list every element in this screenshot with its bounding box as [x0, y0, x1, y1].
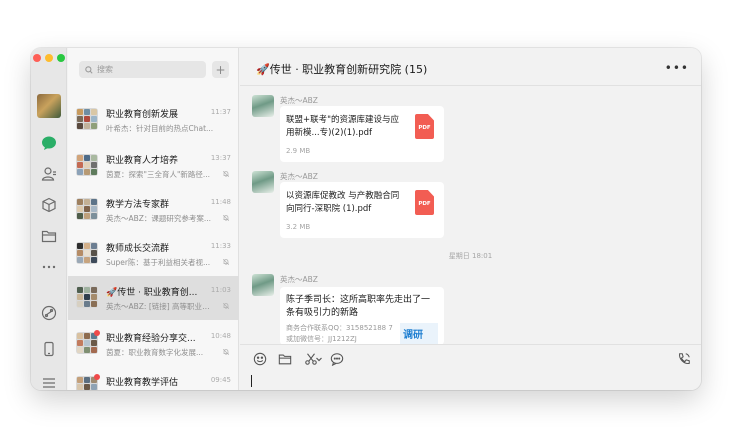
link-message[interactable]: 陈子季司长：这所高职率先走出了一条有吸引力的新路 商务合作联系QQ：315852…	[280, 287, 444, 344]
link-title: 陈子季司长：这所高职率先走出了一条有吸引力的新路	[286, 295, 431, 318]
message-input[interactable]	[240, 370, 701, 390]
chat-preview: 英杰～ABZ: [链接] 高等职业教育...	[106, 302, 216, 311]
pdf-file-icon: PDF	[415, 114, 434, 139]
my-avatar[interactable]	[37, 94, 61, 118]
mute-bell-icon	[222, 302, 230, 310]
chat-list-item[interactable]: 职业教育经验分享交... 10:48 茵夏：职业教育数字化发展...	[68, 322, 239, 366]
time-separator: 星期日 18:01	[448, 252, 493, 260]
send-file-icon[interactable]	[277, 351, 292, 366]
folder-icon[interactable]	[40, 227, 58, 245]
mute-bell-icon	[222, 214, 230, 222]
sender-name: 英杰～ABZ	[280, 275, 318, 284]
more-apps-icon[interactable]	[40, 258, 58, 276]
menu-icon[interactable]	[40, 374, 58, 390]
nav-icon-bar	[31, 48, 67, 390]
message-area[interactable]: 英杰～ABZ 联盟+联考"的资源库建设与应用新模...专)(2)(1).pdf …	[240, 87, 701, 344]
file-name: 联盟+联考"的资源库建设与应用新模...专)(2)(1).pdf	[286, 115, 400, 138]
chat-icon[interactable]	[40, 134, 58, 152]
group-avatar	[76, 286, 98, 308]
chat-list-item[interactable]: 职业教育人才培养 13:37 茵夏：探索"三全育人"新路径...	[68, 144, 239, 188]
file-size: 2.9 MB	[286, 147, 311, 155]
chat-list-item[interactable]: 教学方法专家群 11:48 英杰～ABZ：课题研究参考案...	[68, 188, 239, 232]
file-name: 以资源库促教改 与产教融合同向同行-深职院 (1).pdf	[286, 191, 400, 214]
search-icon	[85, 65, 93, 74]
mini-program-icon[interactable]	[40, 304, 58, 322]
mute-bell-icon	[222, 348, 230, 356]
chat-time: 11:48	[210, 198, 231, 206]
mute-bell-icon	[222, 170, 230, 178]
group-avatar	[76, 242, 98, 264]
unread-dot	[94, 330, 100, 336]
chat-list-item[interactable]: 职业教育创新发展 11:37 叶希杰：针对目前的热点Chat...	[68, 98, 239, 142]
chat-time: 11:37	[210, 108, 231, 116]
phone-icon[interactable]	[40, 340, 58, 358]
chat-preview: Super陈：基于利益相关者视...	[106, 258, 211, 267]
chat-time: 13:37	[210, 154, 231, 162]
chat-preview: 茵夏：职业教育数字化发展...	[106, 348, 204, 357]
window-controls	[33, 54, 65, 62]
file-message[interactable]: 以资源库促教改 与产教融合同向同行-深职院 (1).pdf 3.2 MB PDF	[280, 182, 444, 238]
add-chat-button[interactable]: +	[212, 61, 229, 78]
chat-time: 10:48	[210, 332, 231, 340]
chat-name: 职业教育经验分享交...	[106, 334, 196, 344]
link-thumbnail: 调研	[400, 323, 438, 344]
chat-time: 09:45	[210, 376, 231, 384]
chat-name: 职业教育人才培养	[106, 156, 179, 166]
chat-header: 🚀传世 · 职业教育创新研究院 (15) •••	[240, 48, 701, 86]
sender-avatar[interactable]	[252, 171, 274, 193]
minimize-window-button[interactable]	[45, 54, 53, 62]
chat-history-icon[interactable]	[329, 351, 344, 366]
chat-list-item[interactable]: 教师成长交流群 11:33 Super陈：基于利益相关者视...	[68, 232, 239, 276]
unread-dot	[94, 374, 100, 380]
sender-avatar[interactable]	[252, 274, 274, 296]
chat-title: 🚀传世 · 职业教育创新研究院 (15)	[256, 63, 428, 76]
link-description: 商务合作联系QQ：315852188 7 或加微信号：JJ1212ZJ	[286, 324, 393, 343]
chat-preview: 英杰～ABZ：课题研究参考案...	[106, 214, 212, 223]
pdf-file-icon: PDF	[415, 190, 434, 215]
chat-name: 教学方法专家群	[106, 200, 170, 210]
app-window: 搜索 + 职业教育创新发展 11:37 叶希杰：针对目前的热点Chat... 职业教育…	[31, 48, 701, 390]
input-toolbar	[240, 344, 701, 370]
voice-call-icon[interactable]	[676, 351, 691, 366]
chat-time: 11:33	[210, 242, 231, 250]
file-size: 3.2 MB	[286, 223, 311, 231]
chat-name: 职业教育教学评估	[106, 378, 179, 388]
sender-name: 英杰～ABZ	[280, 96, 318, 105]
chat-main-pane: 🚀传世 · 职业教育创新研究院 (15) ••• 英杰～ABZ 联盟+联考"的资…	[240, 48, 701, 390]
chat-list-pane: 搜索 + 职业教育创新发展 11:37 叶希杰：针对目前的热点Chat... 职业教育…	[68, 48, 239, 390]
chat-time: 11:03	[210, 286, 231, 294]
chat-preview: 叶希杰：针对目前的热点Chat...	[106, 124, 214, 133]
chat-name: 教师成长交流群	[106, 244, 170, 254]
mute-bell-icon	[222, 258, 230, 266]
group-avatar	[76, 154, 98, 176]
group-avatar	[76, 198, 98, 220]
search-placeholder: 搜索	[97, 65, 113, 74]
sender-name: 英杰～ABZ	[280, 172, 318, 181]
file-message[interactable]: 联盟+联考"的资源库建设与应用新模...专)(2)(1).pdf 2.9 MB …	[280, 106, 444, 162]
chevron-down-icon[interactable]	[315, 351, 323, 366]
close-window-button[interactable]	[33, 54, 41, 62]
chat-list-item[interactable]: 职业教育教学评估09:45叶希杰：针对目前的热点...	[68, 366, 239, 390]
chat-list-item[interactable]: 🚀传世 · 职业教育创... 11:03 英杰～ABZ: [链接] 高等职业教育..…	[68, 276, 239, 320]
group-avatar	[76, 108, 98, 130]
more-options-button[interactable]: •••	[665, 61, 689, 75]
maximize-window-button[interactable]	[57, 54, 65, 62]
search-input[interactable]: 搜索	[79, 61, 206, 78]
cube-icon[interactable]	[40, 196, 58, 214]
chat-preview: 茵夏：探索"三全育人"新路径...	[106, 170, 211, 179]
contacts-icon[interactable]	[40, 165, 58, 183]
text-cursor	[251, 375, 252, 387]
sender-avatar[interactable]	[252, 95, 274, 117]
chat-name: 🚀传世 · 职业教育创...	[106, 288, 198, 298]
emoji-icon[interactable]	[252, 351, 267, 366]
chat-name: 职业教育创新发展	[106, 110, 179, 120]
